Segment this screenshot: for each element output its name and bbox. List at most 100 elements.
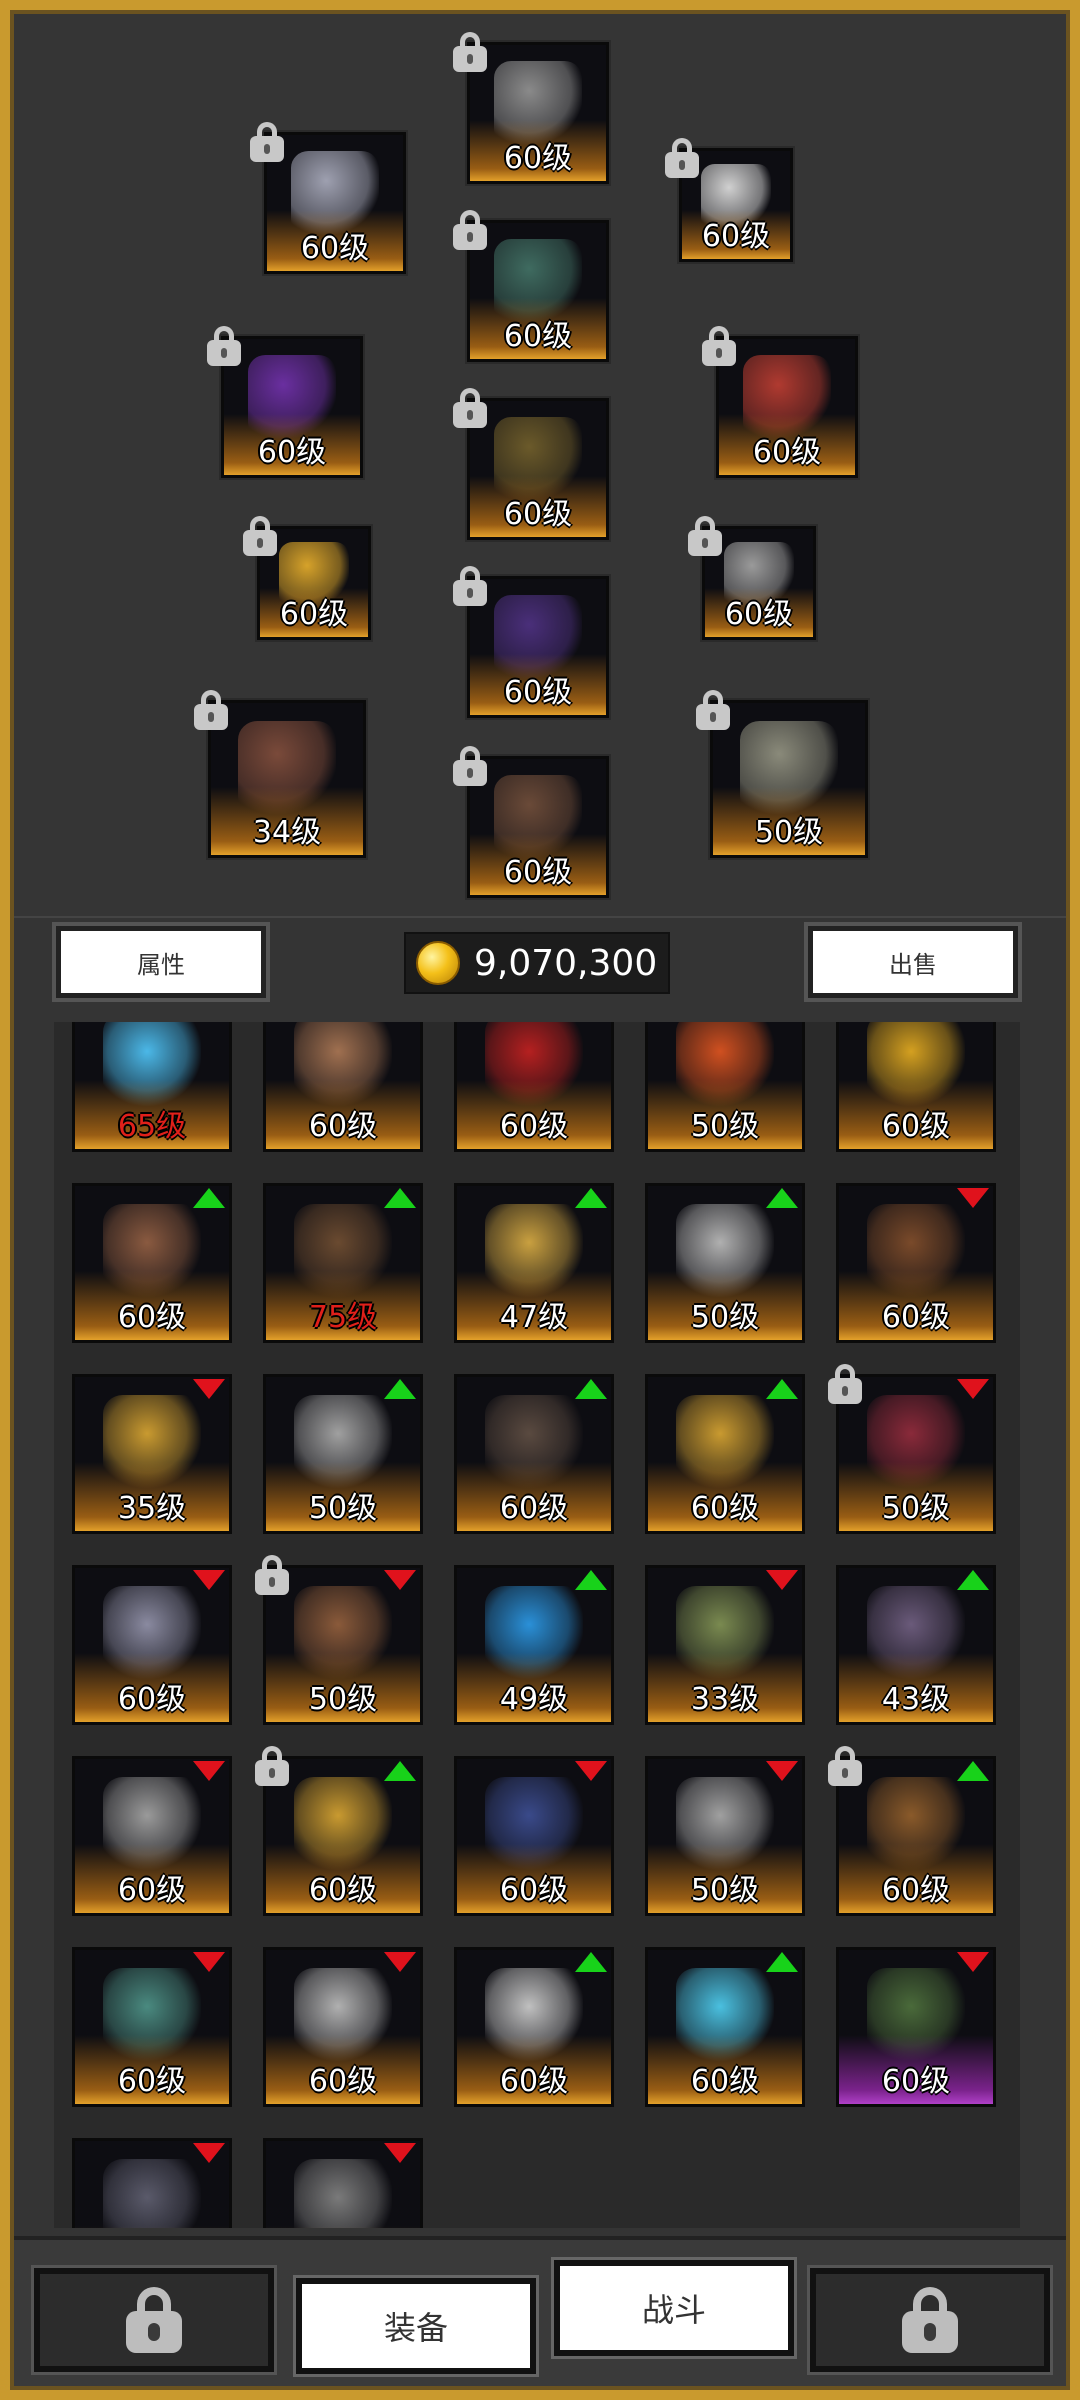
- item-level: 50级: [690, 1300, 760, 1335]
- inventory-item[interactable]: 60级: [645, 1947, 805, 2107]
- downgrade-arrow-icon: [575, 1761, 607, 1781]
- gold-amount: 9,070,300: [474, 942, 658, 984]
- bottom-tab-bar: 装备 战斗: [14, 2236, 1066, 2386]
- item-level: 50级: [754, 815, 824, 850]
- equip-slot-mask[interactable]: 60级: [264, 132, 406, 274]
- inventory-item[interactable]: [72, 2138, 232, 2228]
- inventory-item[interactable]: 33级: [645, 1565, 805, 1725]
- item-level: 33级: [690, 1682, 760, 1717]
- item-level: 60级: [503, 855, 573, 890]
- item-level: 60级: [308, 2064, 378, 2099]
- inventory-item[interactable]: 60级: [72, 1565, 232, 1725]
- downgrade-arrow-icon: [193, 1570, 225, 1590]
- inventory-grid[interactable]: 65级 60级 60级 50级 60级 60级 75级 47级 50级 60级 35级 50级 60级 6…: [54, 1022, 1020, 2228]
- inventory-item[interactable]: 60级: [263, 1022, 423, 1152]
- equip-slot-pants[interactable]: 60级: [467, 576, 609, 718]
- inventory-item[interactable]: 50级: [645, 1183, 805, 1343]
- inventory-item[interactable]: 60级: [454, 1022, 614, 1152]
- inventory-item[interactable]: [263, 2138, 423, 2228]
- item-level: 75级: [308, 1300, 378, 1335]
- inventory-item[interactable]: 60级: [836, 1022, 996, 1152]
- item-icon: [866, 1022, 966, 1109]
- item-level: 60级: [881, 1109, 951, 1144]
- equip-slot-belt[interactable]: 60级: [716, 336, 858, 478]
- inventory-item[interactable]: 47级: [454, 1183, 614, 1343]
- item-icon: [866, 1204, 966, 1300]
- tab-battle[interactable]: 战斗: [551, 2257, 797, 2359]
- item-level: 60级: [257, 435, 327, 470]
- lock-icon: [828, 1364, 862, 1404]
- downgrade-arrow-icon: [384, 2143, 416, 2163]
- inventory-item[interactable]: 60级: [454, 1756, 614, 1916]
- lock-icon: [688, 516, 722, 556]
- item-level: 60级: [881, 1873, 951, 1908]
- inventory-item[interactable]: 60级: [645, 1374, 805, 1534]
- item-level: 60级: [881, 2064, 951, 2099]
- tab-locked-right[interactable]: [807, 2265, 1053, 2375]
- item-icon: [484, 1586, 584, 1682]
- upgrade-arrow-icon: [575, 1952, 607, 1972]
- inventory-item[interactable]: 43级: [836, 1565, 996, 1725]
- downgrade-arrow-icon: [193, 2143, 225, 2163]
- item-icon: [102, 1022, 202, 1109]
- inventory-item[interactable]: 35级: [72, 1374, 232, 1534]
- item-level: 60级: [279, 597, 349, 632]
- inventory-item[interactable]: 60级: [72, 1756, 232, 1916]
- inventory-item[interactable]: 60级: [836, 1947, 996, 2107]
- inventory-item[interactable]: 49级: [454, 1565, 614, 1725]
- downgrade-arrow-icon: [766, 1761, 798, 1781]
- item-level: 60级: [300, 231, 370, 266]
- equip-slot-shield[interactable]: 50级: [710, 700, 868, 858]
- equip-slot-boots[interactable]: 60级: [467, 756, 609, 898]
- inventory-item[interactable]: 60级: [836, 1183, 996, 1343]
- inventory-item[interactable]: 60级: [454, 1374, 614, 1534]
- item-icon: [675, 1968, 775, 2064]
- tab-equip[interactable]: 装备: [293, 2275, 539, 2377]
- tab-equip-label: 装备: [383, 2309, 448, 2347]
- inventory-item[interactable]: 60级: [72, 1947, 232, 2107]
- item-level: 60级: [881, 1300, 951, 1335]
- inventory-item[interactable]: 50级: [645, 1022, 805, 1152]
- downgrade-arrow-icon: [193, 1761, 225, 1781]
- item-level: 60级: [690, 1491, 760, 1526]
- sell-button[interactable]: 出售: [804, 922, 1022, 1002]
- equip-slot-crossbow[interactable]: 34级: [208, 700, 366, 858]
- inventory-item[interactable]: 50级: [263, 1374, 423, 1534]
- item-level: 50级: [308, 1491, 378, 1526]
- tab-locked-left[interactable]: [31, 2265, 277, 2375]
- inventory-item[interactable]: 50级: [645, 1756, 805, 1916]
- inventory-item[interactable]: 65级: [72, 1022, 232, 1152]
- item-level: 60级: [117, 1873, 187, 1908]
- attributes-button[interactable]: 属性: [52, 922, 270, 1002]
- item-icon: [675, 1022, 775, 1109]
- lock-icon: [902, 2287, 958, 2353]
- item-icon: [102, 1968, 202, 2064]
- inventory-item[interactable]: 60级: [72, 1183, 232, 1343]
- item-level: 60级: [499, 2064, 569, 2099]
- upgrade-arrow-icon: [766, 1188, 798, 1208]
- inventory-item[interactable]: 75级: [263, 1183, 423, 1343]
- item-level: 60级: [503, 319, 573, 354]
- item-level: 35级: [117, 1491, 187, 1526]
- item-level: 60级: [503, 497, 573, 532]
- item-icon: [102, 2159, 202, 2228]
- item-icon: [293, 1586, 393, 1682]
- item-icon: [102, 1204, 202, 1300]
- upgrade-arrow-icon: [957, 1761, 989, 1781]
- equip-slot-bracer[interactable]: 60级: [467, 398, 609, 540]
- upgrade-arrow-icon: [575, 1188, 607, 1208]
- equip-slot-helmet[interactable]: 60级: [467, 42, 609, 184]
- item-level: 60级: [117, 1300, 187, 1335]
- equip-slot-armor[interactable]: 60级: [467, 220, 609, 362]
- inventory-item[interactable]: 60级: [263, 1947, 423, 2107]
- lock-icon: [250, 122, 284, 162]
- item-level: 43级: [881, 1682, 951, 1717]
- item-level: 65级: [117, 1109, 187, 1144]
- equip-slot-gloves[interactable]: 60级: [221, 336, 363, 478]
- lock-icon: [453, 746, 487, 786]
- lock-icon: [828, 1746, 862, 1786]
- item-icon: [866, 1395, 966, 1491]
- inventory-item[interactable]: 60级: [454, 1947, 614, 2107]
- lock-icon: [243, 516, 277, 556]
- item-level: 60级: [503, 675, 573, 710]
